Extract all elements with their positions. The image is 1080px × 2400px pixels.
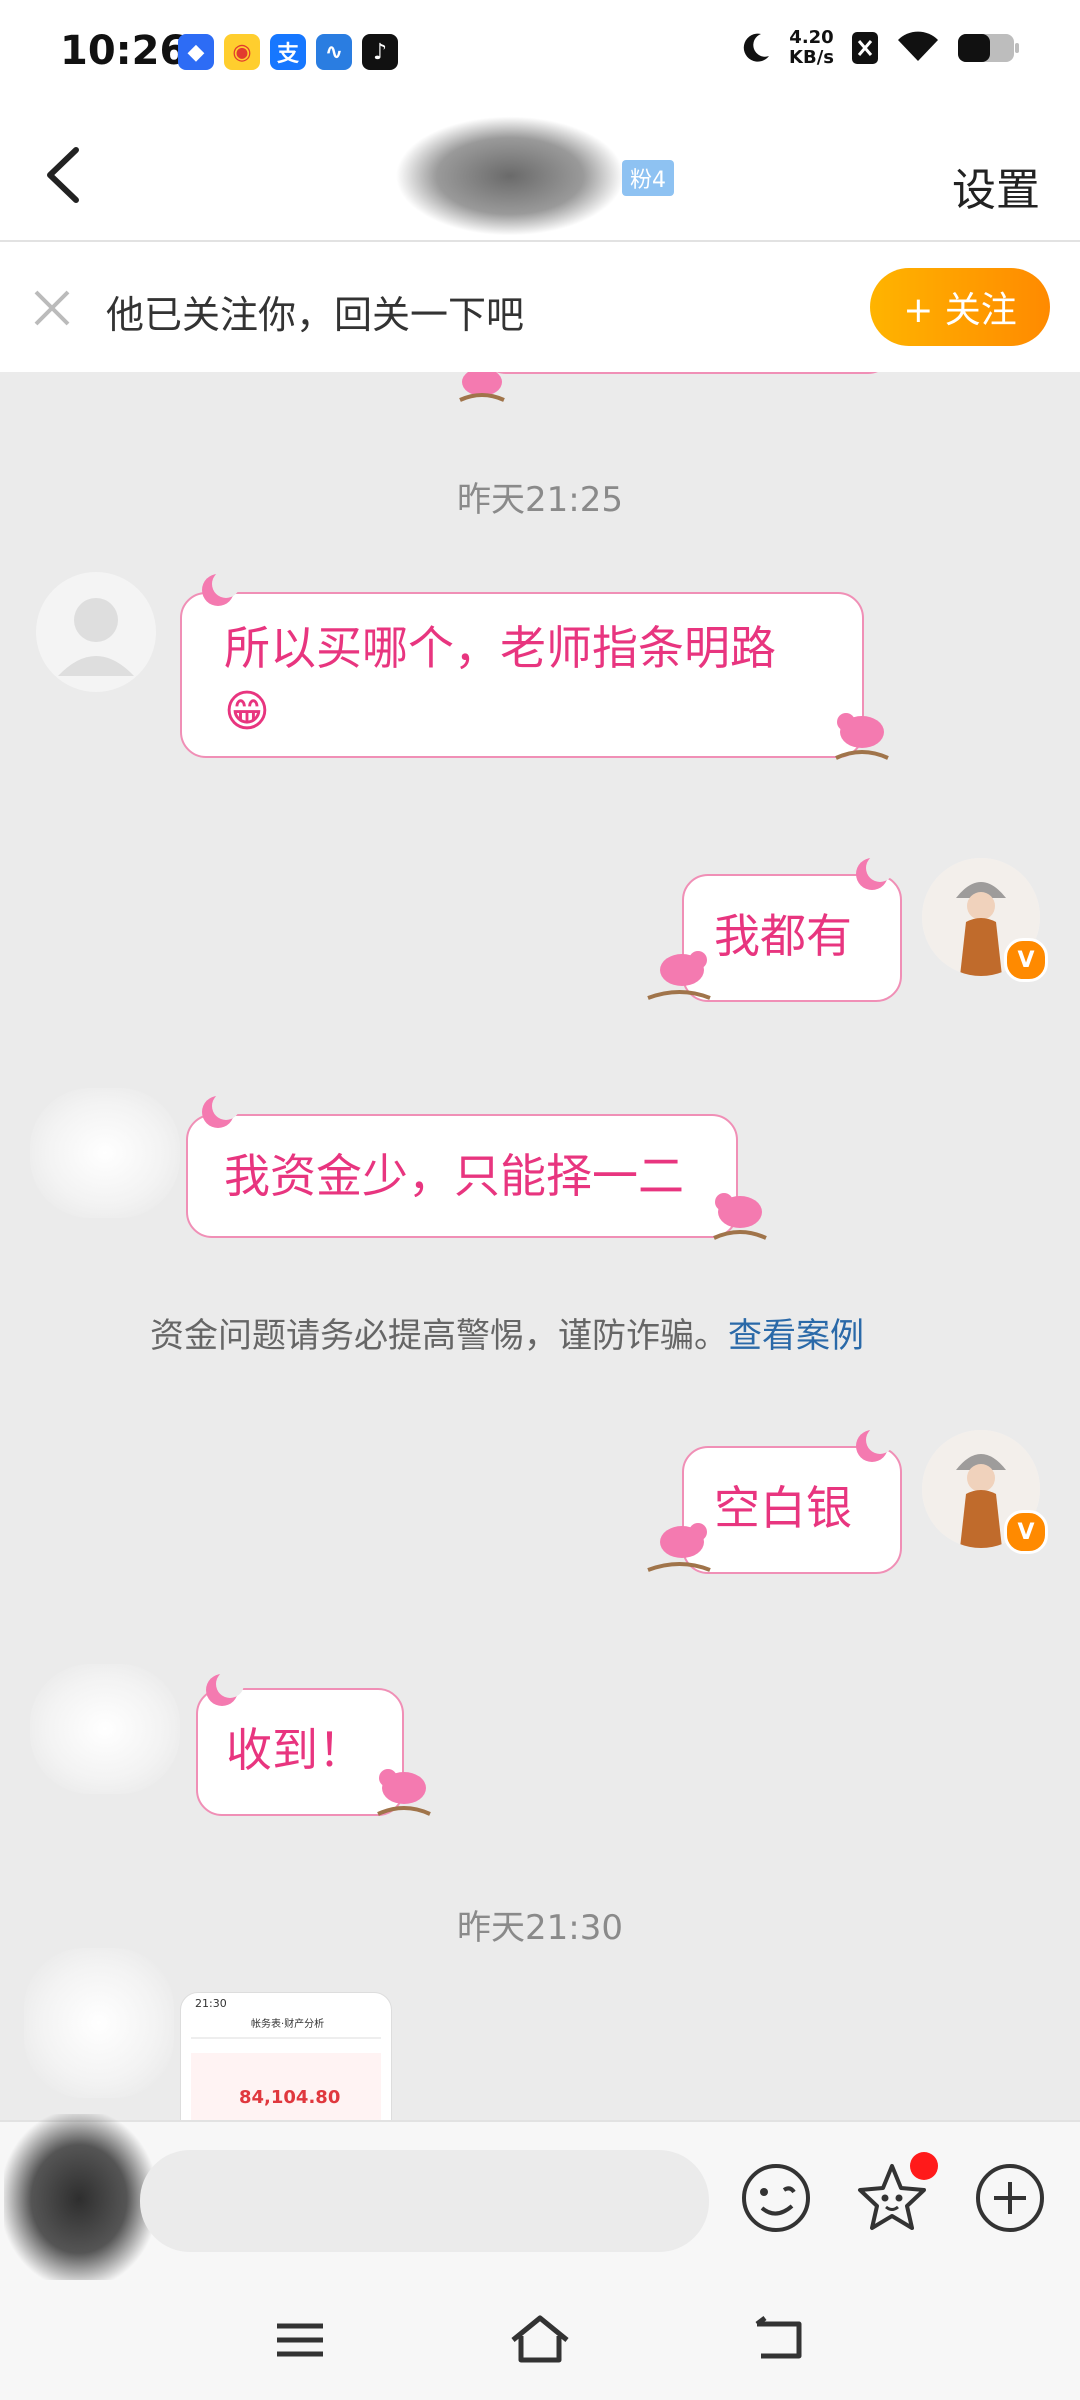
grin-emoji: 😁 — [224, 686, 270, 737]
back-button[interactable] — [30, 140, 100, 210]
no-sim-icon — [852, 32, 878, 64]
settings-button[interactable]: 设置 — [952, 154, 1040, 218]
qq-icon: ◆ — [178, 34, 214, 70]
net-speed: 4.20 KB/s — [789, 27, 834, 68]
bird-decoration-icon — [647, 1523, 711, 1572]
verified-badge-icon: V — [1004, 938, 1048, 982]
status-bar: 10:26 ◆ ◉ 支 ∿ ♪ 4.20 KB/s — [0, 0, 1080, 110]
battery-icon — [958, 34, 1019, 62]
menu-icon[interactable] — [265, 2308, 335, 2372]
bird-decoration-icon — [647, 951, 711, 1000]
wifi-icon — [898, 31, 938, 61]
timestamp: 昨天21:30 — [457, 1908, 623, 1948]
view-cases-link[interactable]: 查看案例 — [728, 1316, 864, 1356]
moon-decoration-icon — [856, 854, 894, 890]
fan-level-badge: 粉4 — [622, 160, 674, 196]
moon-decoration-icon — [202, 570, 240, 606]
message-bubble-received[interactable]: 我资金少，只能择一二 — [186, 1114, 738, 1238]
home-icon[interactable] — [505, 2308, 575, 2372]
notification-dot — [910, 2152, 938, 2180]
redacted-mark — [4, 2114, 154, 2284]
weibo-icon: ◉ — [224, 34, 260, 70]
status-indicators: 4.20 KB/s — [737, 28, 1020, 68]
back-icon[interactable] — [745, 2308, 815, 2372]
moon-decoration-icon — [206, 1670, 244, 1706]
close-icon[interactable] — [30, 286, 74, 330]
status-time: 10:26 — [60, 28, 188, 74]
stocks-icon: ∿ — [316, 34, 352, 70]
input-bar — [0, 2114, 1080, 2284]
follow-back-button[interactable]: + 关注 — [870, 268, 1050, 346]
moon-decoration-icon — [856, 1426, 894, 1462]
message-bubble-received[interactable]: 所以买哪个，老师指条明路 😁 — [180, 592, 864, 758]
system-nav-bar — [0, 2280, 1080, 2400]
bird-decoration-icon — [835, 713, 889, 760]
bird-decoration-icon — [713, 1193, 767, 1240]
moon-icon — [743, 33, 770, 62]
avatar-redacted[interactable] — [30, 1088, 180, 1218]
add-icon[interactable] — [970, 2158, 1050, 2238]
message-input[interactable] — [140, 2150, 709, 2252]
follow-banner: 他已关注你，回关一下吧 + 关注 — [0, 242, 1080, 372]
tiktok-icon: ♪ — [362, 34, 398, 70]
chat-area[interactable]: 昨天21:25 所以买哪个，老师指条明路 😁 V 我都有 我资金少，只能择一二 … — [0, 372, 1080, 2120]
contact-name-redacted — [395, 116, 625, 236]
timestamp: 昨天21:25 — [457, 480, 623, 520]
follow-hint: 他已关注你，回关一下吧 — [106, 293, 525, 337]
alipay-icon: 支 — [270, 34, 306, 70]
emoji-icon[interactable] — [736, 2158, 816, 2238]
previous-bubble-tail — [480, 372, 894, 374]
image-message-thumbnail[interactable]: 21:30 帐务表·财产分析 84,104.80 — [180, 1992, 392, 2120]
verified-badge-icon: V — [1004, 1510, 1048, 1554]
avatar[interactable] — [36, 572, 156, 692]
chat-header: 粉4 设置 — [0, 110, 1080, 242]
bird-decoration-icon — [459, 372, 505, 402]
bird-decoration-icon — [377, 1769, 431, 1816]
avatar-redacted[interactable] — [30, 1664, 180, 1794]
default-avatar-icon — [58, 598, 134, 676]
avatar-redacted[interactable] — [24, 1948, 174, 2098]
status-app-icons: ◆ ◉ 支 ∿ ♪ — [178, 34, 398, 70]
safety-notice: 资金问题请务必提高警惕，谨防诈骗。查看案例 — [150, 1316, 864, 1356]
moon-decoration-icon — [202, 1092, 240, 1128]
